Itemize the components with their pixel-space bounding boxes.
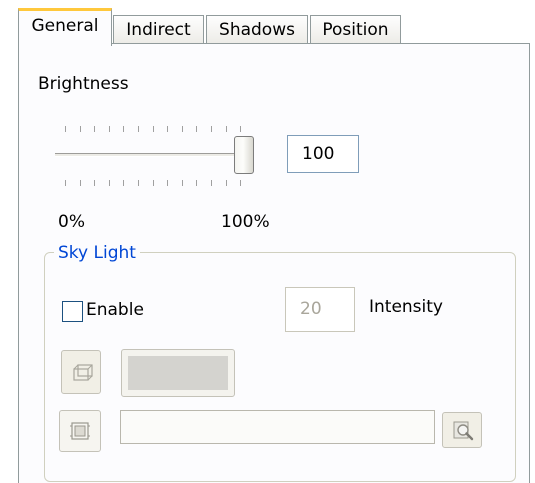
slider-tick	[153, 126, 154, 132]
sky-light-title: Sky Light	[54, 243, 140, 263]
slider-ticks-bottom	[0, 180, 260, 188]
slider-ticks-top	[0, 126, 260, 134]
slider-tick	[196, 126, 197, 132]
slider-tick	[211, 180, 212, 186]
slider-thumb[interactable]	[234, 136, 254, 174]
slider-max-label: 100%	[221, 212, 270, 232]
slider-tick	[182, 126, 183, 132]
swatch-fill	[128, 356, 228, 390]
slider-tick	[182, 180, 183, 186]
intensity-field[interactable]: 20	[285, 287, 355, 332]
slider-tick	[226, 180, 227, 186]
slider-tick	[153, 180, 154, 186]
slider-tick	[94, 180, 95, 186]
slider-tick	[123, 126, 124, 132]
enable-label[interactable]: Enable	[86, 300, 144, 320]
slider-tick	[94, 126, 95, 132]
slider-tick	[80, 126, 81, 132]
slider-tick	[167, 180, 168, 186]
slider-track[interactable]	[55, 153, 249, 157]
slider-tick	[138, 180, 139, 186]
slider-tick	[109, 126, 110, 132]
brightness-label: Brightness	[38, 74, 129, 94]
intensity-label: Intensity	[369, 297, 443, 317]
tab-general[interactable]: General	[18, 8, 112, 46]
slider-min-label: 0%	[58, 212, 85, 232]
browse-texture-button[interactable]	[442, 412, 482, 448]
brightness-value-field[interactable]: 100	[287, 135, 359, 173]
slider-tick	[80, 180, 81, 186]
tab-indirect[interactable]: Indirect	[113, 15, 204, 45]
color-box-icon	[73, 364, 93, 381]
tab-label: Shadows	[219, 20, 295, 40]
texture-path-field[interactable]	[120, 410, 435, 444]
tab-position[interactable]: Position	[310, 15, 401, 45]
slider-tick	[196, 180, 197, 186]
slider-tick	[240, 180, 241, 186]
slider-tick	[123, 180, 124, 186]
enable-checkbox[interactable]	[62, 301, 83, 322]
slider-tick	[65, 126, 66, 132]
sky-color-button[interactable]	[61, 350, 101, 394]
magnifier-browse-icon	[453, 421, 474, 441]
tab-shadows[interactable]: Shadows	[206, 15, 308, 45]
intensity-value: 20	[300, 299, 322, 319]
tab-label: Indirect	[126, 20, 191, 40]
slider-tick	[226, 126, 227, 132]
sky-texture-button[interactable]	[59, 410, 101, 452]
tab-label: Position	[322, 20, 389, 40]
texture-image-icon	[70, 422, 90, 440]
tab-label: General	[31, 16, 99, 36]
slider-tick	[109, 180, 110, 186]
slider-tick	[211, 126, 212, 132]
slider-tick	[65, 180, 66, 186]
slider-tick	[167, 126, 168, 132]
brightness-value: 100	[302, 144, 335, 164]
slider-tick	[240, 126, 241, 132]
slider-tick	[138, 126, 139, 132]
sky-color-swatch[interactable]	[121, 349, 235, 397]
